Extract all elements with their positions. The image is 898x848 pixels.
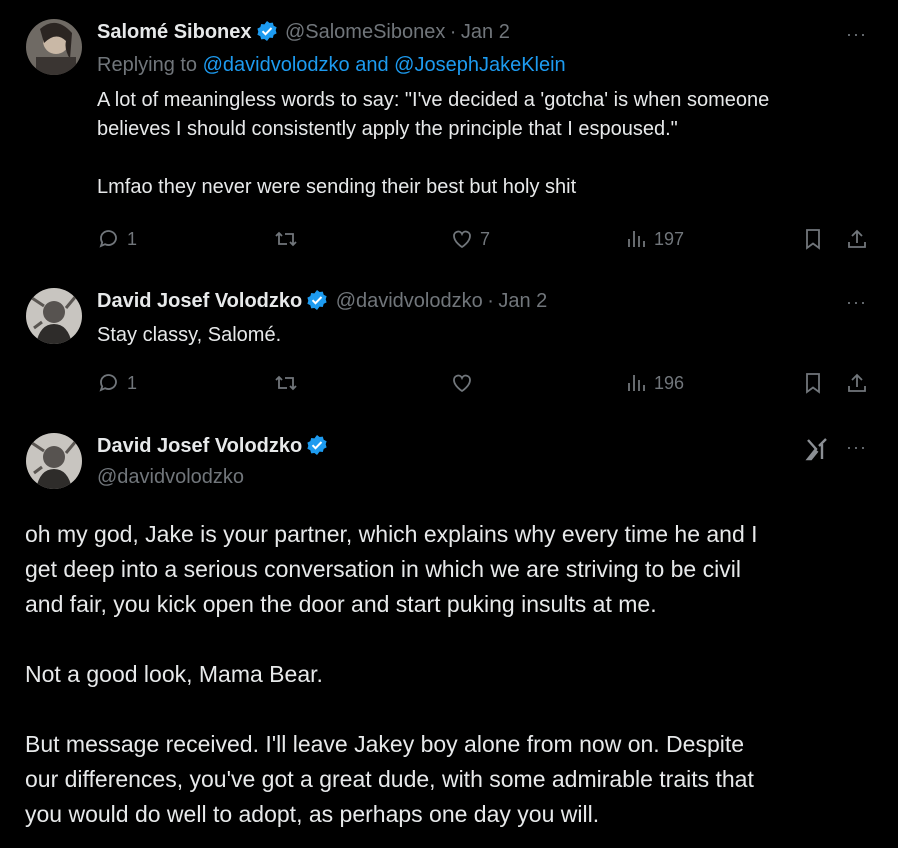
more-options-icon[interactable]: ···	[846, 437, 867, 458]
tweet-text-line: get deep into a serious conversation in …	[25, 556, 741, 582]
tweet-text: A lot of meaningless words to say: "I've…	[97, 86, 769, 202]
share-icon	[846, 227, 868, 251]
replying-mentions[interactable]: @davidvolodzko and @JosephJakeKlein	[203, 54, 566, 76]
reply-icon	[97, 371, 121, 395]
view-count: 197	[654, 228, 685, 249]
author-name[interactable]: David Josef Volodzko	[97, 290, 302, 312]
reply-count: 1	[127, 372, 138, 393]
share-button[interactable]	[846, 227, 868, 251]
avatar[interactable]	[26, 288, 82, 344]
views-button[interactable]: 197	[626, 227, 684, 251]
reply-icon	[97, 227, 121, 251]
author-name[interactable]: David Josef Volodzko	[97, 435, 302, 457]
tweet-text-line: our differences, you've got a great dude…	[25, 766, 754, 792]
retweet-icon	[273, 227, 299, 251]
timestamp[interactable]: Jan 2	[498, 290, 547, 312]
more-options-icon[interactable]: ···	[846, 292, 867, 313]
author-handle[interactable]: @davidvolodzko	[97, 466, 244, 489]
replying-label: Replying to	[97, 54, 198, 76]
separator: ·	[449, 21, 457, 43]
tweet-text-line: and fair, you kick open the door and sta…	[25, 591, 657, 617]
retweet-icon	[273, 371, 299, 395]
bookmark-button[interactable]	[802, 227, 824, 251]
heart-icon	[450, 371, 474, 395]
share-button[interactable]	[846, 371, 868, 395]
avatar[interactable]	[26, 19, 82, 75]
tweet-text-line	[97, 144, 769, 173]
reply-button[interactable]: 1	[97, 371, 137, 395]
verified-badge-icon	[256, 20, 278, 42]
paragraph: oh my god, Jake is your partner, which e…	[25, 517, 758, 622]
replying-to: Replying to @davidvolodzko and @JosephJa…	[97, 54, 566, 77]
tweet-text-line: you would do well to adopt, as perhaps o…	[25, 801, 600, 827]
tweet-text-line: Lmfao they never were sending their best…	[97, 176, 577, 198]
bookmark-icon	[802, 227, 824, 251]
view-count: 196	[654, 372, 685, 393]
verified-badge-icon	[306, 289, 328, 311]
views-button[interactable]: 196	[626, 371, 684, 395]
author-handle[interactable]: @davidvolodzko	[336, 290, 483, 312]
tweet-header: Salomé Sibonex @SalomeSibonex · Jan 2	[97, 20, 510, 44]
verified-badge-icon	[306, 434, 328, 456]
tweet-text-line: But message received. I'll leave Jakey b…	[25, 731, 745, 757]
reply-button[interactable]: 1	[97, 227, 137, 251]
tweet-header: David Josef Volodzko @davidvolodzko · Ja…	[97, 289, 547, 313]
tweet-text-line: oh my god, Jake is your partner, which e…	[25, 521, 758, 547]
retweet-button[interactable]	[273, 227, 305, 251]
author-handle[interactable]: @SalomeSibonex	[285, 21, 445, 43]
bookmark-icon	[802, 371, 824, 395]
like-count: 7	[480, 228, 491, 249]
views-icon	[626, 371, 648, 395]
tweet-text: Stay classy, Salomé.	[97, 324, 282, 346]
heart-icon	[450, 227, 474, 251]
share-icon	[846, 371, 868, 395]
author-name-row: David Josef Volodzko	[97, 434, 331, 458]
tweet-text: oh my god, Jake is your partner, which e…	[25, 517, 758, 832]
like-button[interactable]	[450, 371, 480, 395]
tweet-text-line: Not a good look, Mama Bear.	[25, 661, 323, 687]
bookmark-button[interactable]	[802, 371, 824, 395]
author-name[interactable]: Salomé Sibonex	[97, 21, 252, 43]
grok-icon[interactable]	[805, 436, 831, 467]
timestamp[interactable]: Jan 2	[461, 21, 510, 43]
avatar[interactable]	[26, 433, 82, 489]
paragraph: But message received. I'll leave Jakey b…	[25, 727, 758, 832]
retweet-button[interactable]	[273, 371, 305, 395]
tweet-text-line: believes I should consistently apply the…	[97, 118, 678, 140]
tweet-text-line: A lot of meaningless words to say: "I've…	[97, 89, 770, 111]
more-options-icon[interactable]: ···	[846, 24, 867, 45]
reply-count: 1	[127, 228, 138, 249]
separator: ·	[487, 290, 494, 312]
views-icon	[626, 227, 648, 251]
paragraph: Not a good look, Mama Bear.	[25, 657, 758, 692]
like-button[interactable]: 7	[450, 227, 490, 251]
